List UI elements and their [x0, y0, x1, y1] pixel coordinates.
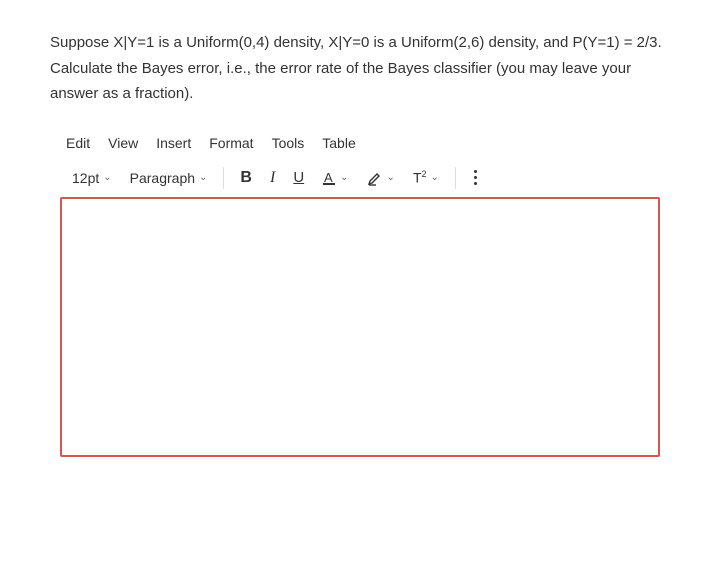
more-options-button[interactable] [466, 166, 485, 189]
menu-table[interactable]: Table [322, 135, 355, 151]
superscript-label: T2 [413, 169, 427, 186]
italic-button[interactable]: I [264, 165, 281, 191]
chevron-down-icon: ⌄ [340, 172, 348, 183]
chevron-down-icon: ⌄ [431, 172, 439, 183]
superscript-dropdown[interactable]: T2 ⌄ [407, 165, 445, 190]
answer-input[interactable] [60, 197, 660, 457]
paragraph-dropdown[interactable]: Paragraph ⌄ [124, 166, 214, 190]
underline-button[interactable]: U [287, 165, 310, 190]
menu-format[interactable]: Format [209, 135, 253, 151]
menu-insert[interactable]: Insert [156, 135, 191, 151]
editor-toolbar: 12pt ⌄ Paragraph ⌄ B I U A ⌄ ⌄ T2 ⌄ [60, 165, 660, 191]
toolbar-divider [455, 167, 456, 189]
menu-tools[interactable]: Tools [272, 135, 305, 151]
textcolor-icon: A [322, 170, 336, 186]
svg-text:A: A [324, 170, 333, 185]
fontsize-dropdown[interactable]: 12pt ⌄ [66, 166, 118, 190]
chevron-down-icon: ⌄ [103, 172, 111, 183]
chevron-down-icon: ⌄ [199, 172, 207, 183]
chevron-down-icon: ⌄ [387, 172, 395, 183]
question-text: Suppose X|Y=1 is a Uniform(0,4) density,… [50, 30, 670, 107]
toolbar-divider [223, 167, 224, 189]
highlight-dropdown[interactable]: ⌄ [361, 166, 401, 190]
textcolor-dropdown[interactable]: A ⌄ [316, 166, 354, 190]
editor-menubar: Edit View Insert Format Tools Table [60, 135, 660, 151]
menu-view[interactable]: View [108, 135, 138, 151]
fontsize-label: 12pt [72, 170, 99, 186]
bold-button[interactable]: B [234, 165, 258, 191]
paragraph-label: Paragraph [130, 170, 195, 186]
menu-edit[interactable]: Edit [66, 135, 90, 151]
highlighter-icon [367, 170, 383, 186]
rich-text-editor: Edit View Insert Format Tools Table 12pt… [50, 135, 670, 457]
